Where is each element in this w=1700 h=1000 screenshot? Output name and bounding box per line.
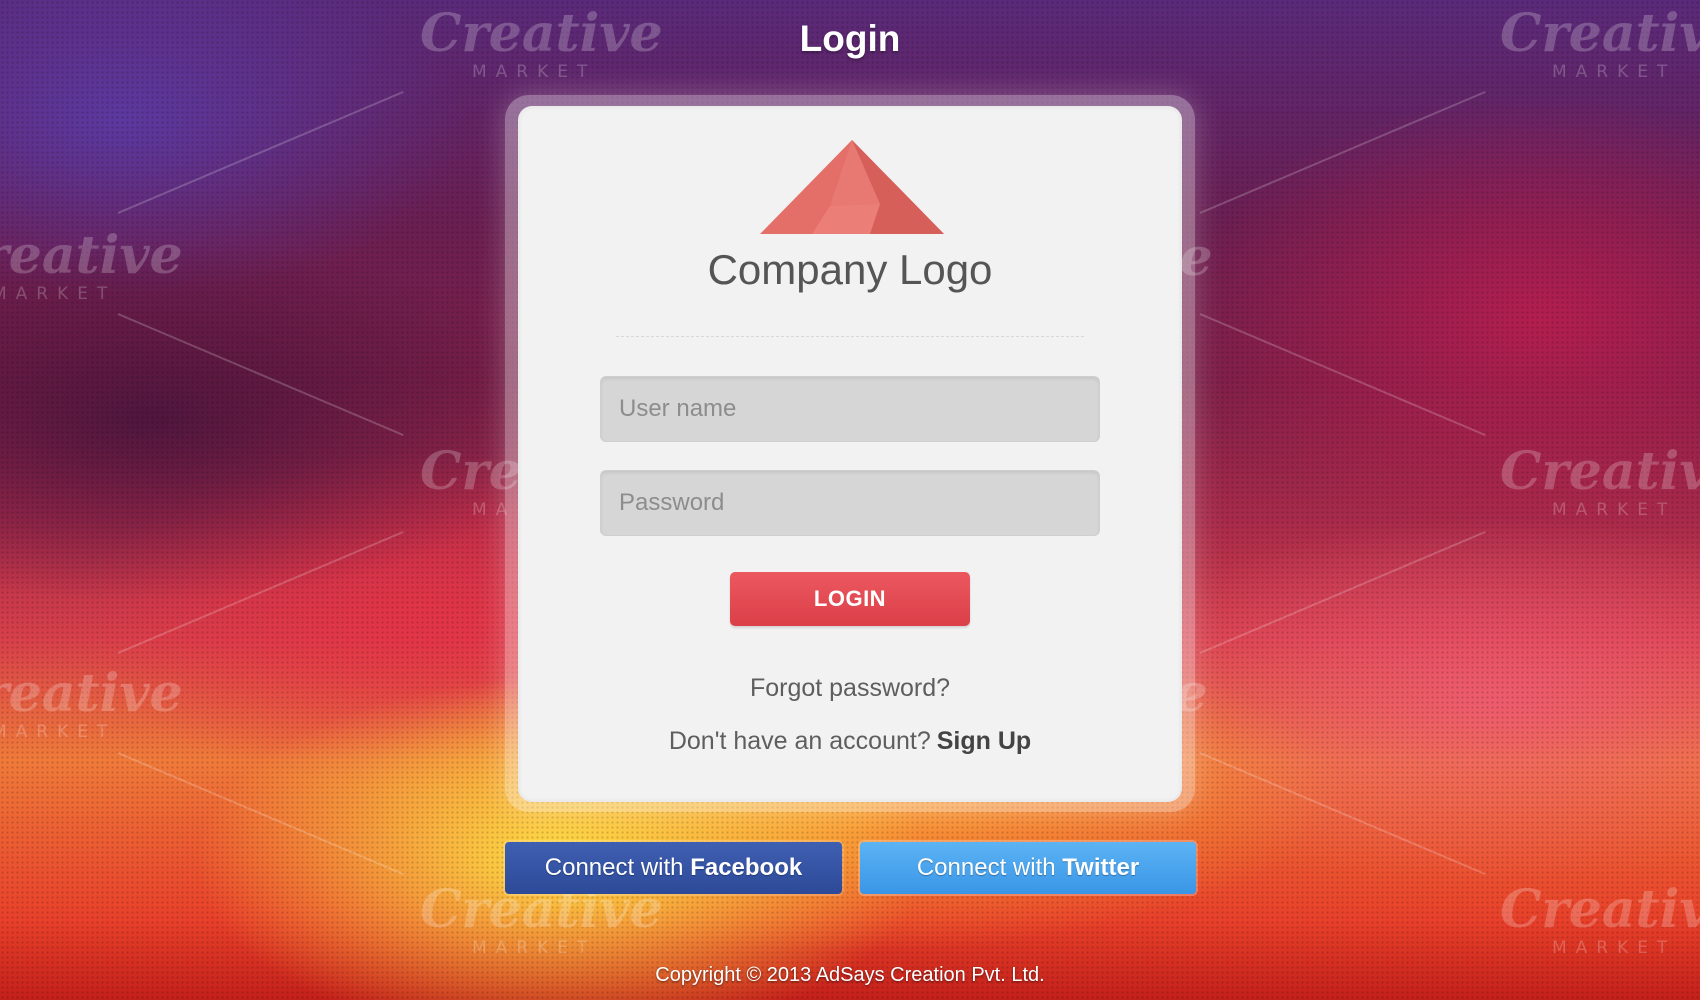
facebook-button-prefix: Connect with bbox=[544, 854, 684, 881]
page-title: Login bbox=[799, 18, 901, 59]
twitter-button-prefix: Connect with bbox=[916, 854, 1056, 881]
divider bbox=[616, 336, 1084, 337]
facebook-button-name: Facebook bbox=[690, 854, 803, 881]
forgot-password-link[interactable]: Forgot password? bbox=[518, 674, 1182, 703]
watermark-line bbox=[1199, 90, 1486, 214]
signup-link[interactable]: Sign Up bbox=[937, 727, 1031, 755]
company-logo-text: Company Logo bbox=[707, 246, 993, 293]
copyright-text: Copyright © 2013 AdSays Creation Pvt. Lt… bbox=[655, 964, 1045, 986]
twitter-button-name: Twitter bbox=[1062, 854, 1140, 881]
watermark-line bbox=[1199, 313, 1486, 437]
password-input[interactable] bbox=[600, 470, 1100, 536]
watermark: CreativeMARKET bbox=[0, 225, 183, 304]
username-input[interactable] bbox=[600, 376, 1100, 442]
login-button[interactable]: LOGIN bbox=[730, 572, 970, 626]
watermark: CreativeMARKET bbox=[1500, 879, 1700, 958]
connect-twitter-button[interactable]: Connect with Twitter bbox=[860, 842, 1196, 894]
mountain-logo-icon bbox=[760, 140, 944, 234]
watermark-line bbox=[1199, 752, 1486, 876]
watermark-line bbox=[117, 313, 404, 437]
no-account-text: Don't have an account? bbox=[668, 727, 931, 755]
watermark: CreativeMARKET bbox=[420, 879, 663, 958]
watermark: CreativeMARKET bbox=[1500, 441, 1700, 520]
watermark-line bbox=[117, 530, 404, 654]
connect-facebook-button[interactable]: Connect with Facebook bbox=[505, 842, 842, 894]
watermark-line bbox=[117, 90, 404, 214]
login-card: Company Logo LOGIN Forgot password? Don'… bbox=[518, 106, 1182, 802]
signup-prompt: Don't have an account? Sign Up bbox=[518, 727, 1182, 756]
watermark: CreativeMARKET bbox=[0, 663, 183, 742]
watermark-line bbox=[117, 752, 404, 876]
login-page: CreativeMARKET CreativeMARKET CreativeMA… bbox=[0, 0, 1700, 1000]
watermark-line bbox=[1199, 530, 1486, 654]
